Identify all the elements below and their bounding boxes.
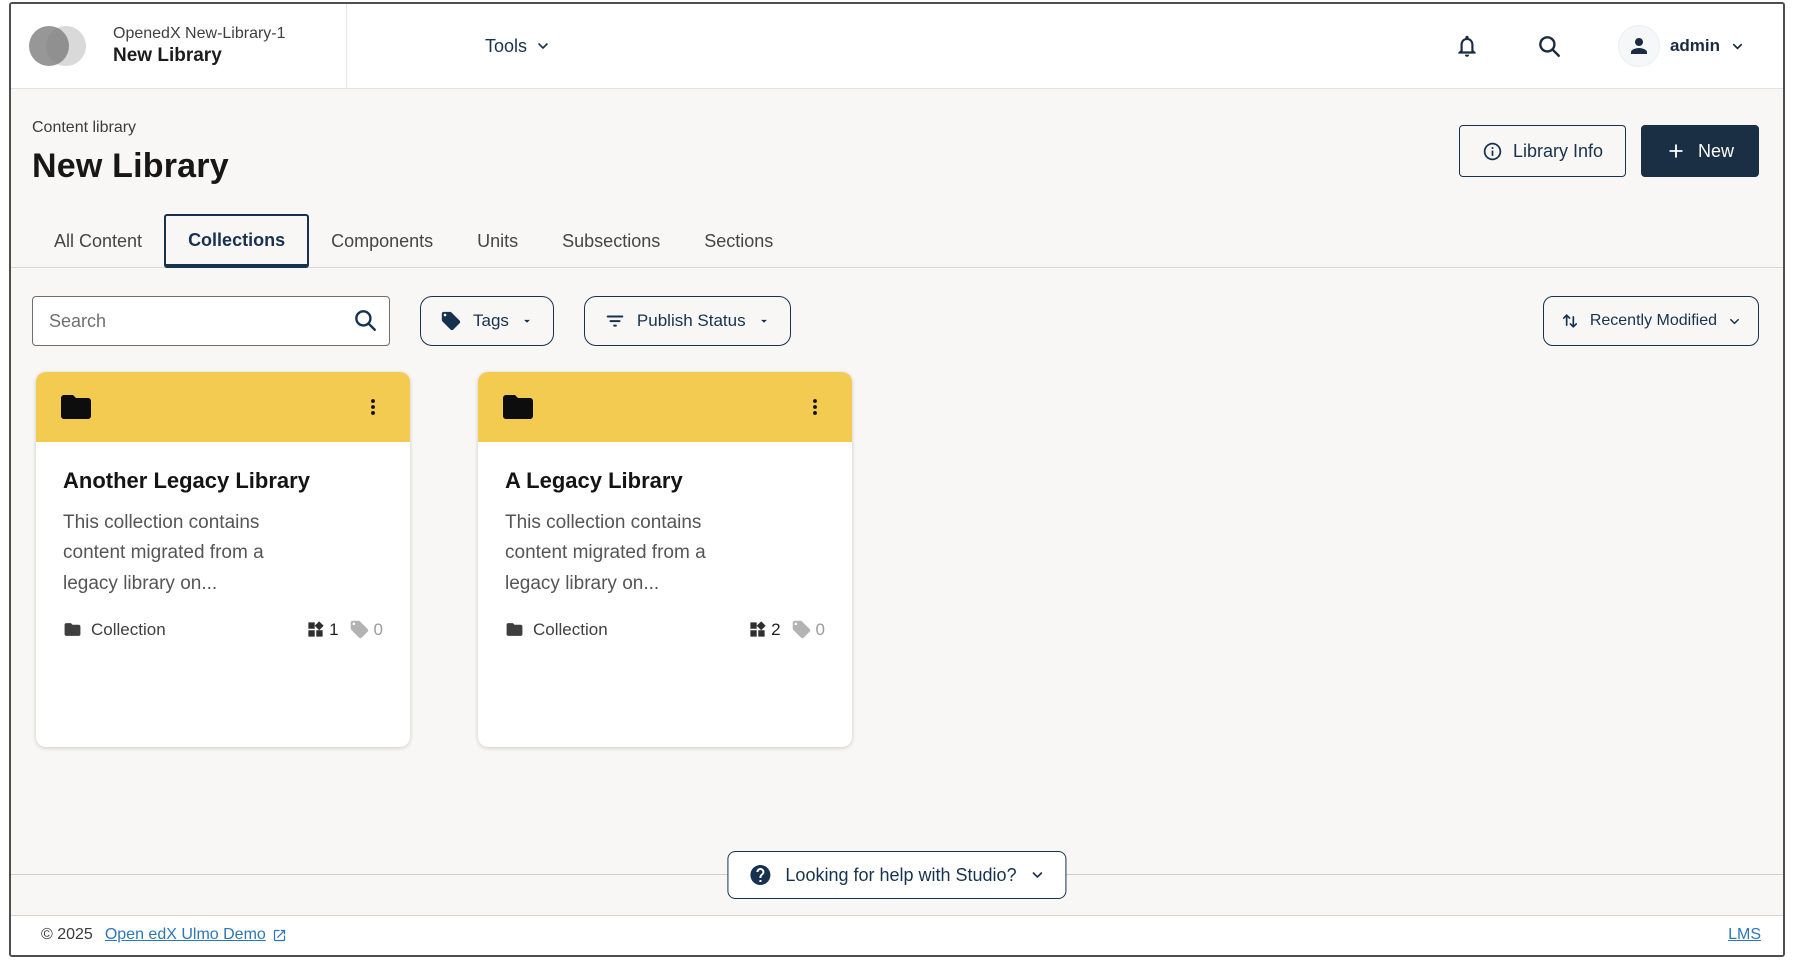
collection-card-description: This collection contains content migrate… <box>505 508 747 599</box>
tab-sections[interactable]: Sections <box>682 214 795 268</box>
card-menu-button[interactable] <box>358 390 388 424</box>
tag-icon <box>440 310 462 332</box>
global-search-button[interactable] <box>1536 33 1562 59</box>
publish-status-filter-label: Publish Status <box>637 311 746 331</box>
avatar <box>1618 25 1660 67</box>
tags-filter-label: Tags <box>473 311 509 331</box>
search-input[interactable] <box>32 296 390 346</box>
search-icon <box>1536 33 1562 59</box>
help-button-label: Looking for help with Studio? <box>785 865 1016 886</box>
header-library-title: New Library <box>113 44 286 68</box>
tab-collections[interactable]: Collections <box>164 214 309 268</box>
component-count: 1 <box>329 620 338 640</box>
logo-block[interactable]: OpenedX New-Library-1 New Library <box>11 4 347 88</box>
widgets-icon <box>748 620 767 639</box>
widgets-icon <box>306 620 325 639</box>
tools-menu-label: Tools <box>485 36 527 57</box>
filter-icon <box>604 310 626 332</box>
new-button[interactable]: New <box>1641 125 1759 177</box>
page-title: New Library <box>32 147 229 186</box>
chevron-down-icon <box>1727 314 1742 329</box>
search-box <box>32 296 390 346</box>
app-header: OpenedX New-Library-1 New Library Tools <box>11 4 1783 89</box>
notifications-button[interactable] <box>1454 33 1480 59</box>
collection-card-header <box>478 372 852 442</box>
collection-card-description: This collection contains content migrate… <box>63 508 305 599</box>
help-button[interactable]: Looking for help with Studio? <box>727 851 1066 899</box>
chevron-down-icon <box>535 38 551 54</box>
footer-bar: © 2025 Open edX Ulmo Demo LMS <box>11 915 1783 957</box>
lms-link[interactable]: LMS <box>1728 926 1761 944</box>
help-icon <box>748 863 772 887</box>
collection-type-label: Collection <box>533 620 608 640</box>
tag-icon <box>791 619 812 640</box>
page-head-left: Content library New Library <box>32 119 229 186</box>
org-logo-icon <box>29 25 91 67</box>
tags-filter-button[interactable]: Tags <box>420 296 554 346</box>
library-info-label: Library Info <box>1513 141 1603 162</box>
folder-icon <box>63 620 82 639</box>
folder-icon <box>58 389 94 425</box>
tag-count: 0 <box>816 620 825 640</box>
tab-components[interactable]: Components <box>309 214 455 268</box>
bell-icon <box>1454 33 1480 59</box>
breadcrumb: Content library <box>32 119 229 137</box>
sort-button[interactable]: Recently Modified <box>1543 296 1759 346</box>
collection-card-header <box>36 372 410 442</box>
tab-subsections[interactable]: Subsections <box>540 214 682 268</box>
caret-down-icon <box>520 314 534 328</box>
card-menu-button[interactable] <box>800 390 830 424</box>
library-info-button[interactable]: Library Info <box>1459 125 1626 177</box>
org-demo-link[interactable]: Open edX Ulmo Demo <box>105 926 287 944</box>
header-library-identity: OpenedX New-Library-1 New Library <box>113 24 286 68</box>
studio-window: OpenedX New-Library-1 New Library Tools <box>9 2 1785 957</box>
chevron-down-icon <box>1030 867 1046 883</box>
user-menu-button[interactable]: admin <box>1618 25 1745 67</box>
header-org-course: OpenedX New-Library-1 <box>113 24 286 44</box>
publish-status-filter-button[interactable]: Publish Status <box>584 296 791 346</box>
sort-arrows-icon <box>1560 311 1580 331</box>
sort-label: Recently Modified <box>1590 312 1717 330</box>
collection-card[interactable]: A Legacy Library This collection contain… <box>478 372 852 747</box>
plus-icon <box>1666 141 1686 161</box>
tab-all-content[interactable]: All Content <box>32 214 164 268</box>
component-count: 2 <box>771 620 780 640</box>
user-name: admin <box>1670 36 1720 56</box>
collection-type-label: Collection <box>91 620 166 640</box>
tools-menu-button[interactable]: Tools <box>485 36 551 57</box>
external-link-icon <box>272 928 287 943</box>
copyright-text: © 2025 <box>41 926 93 944</box>
collection-card-title: Another Legacy Library <box>63 468 384 494</box>
tab-units[interactable]: Units <box>455 214 540 268</box>
collection-card[interactable]: Another Legacy Library This collection c… <box>36 372 410 747</box>
chevron-down-icon <box>1730 39 1745 54</box>
new-button-label: New <box>1698 141 1734 162</box>
collection-card-title: A Legacy Library <box>505 468 826 494</box>
org-demo-link-label: Open edX Ulmo Demo <box>105 926 266 944</box>
folder-icon <box>505 620 524 639</box>
search-icon <box>352 307 378 333</box>
tag-icon <box>349 619 370 640</box>
info-icon <box>1482 141 1503 162</box>
tag-count: 0 <box>374 620 383 640</box>
library-tabs: All Content Collections Components Units… <box>11 214 1783 268</box>
caret-down-icon <box>757 314 771 328</box>
folder-icon <box>500 389 536 425</box>
